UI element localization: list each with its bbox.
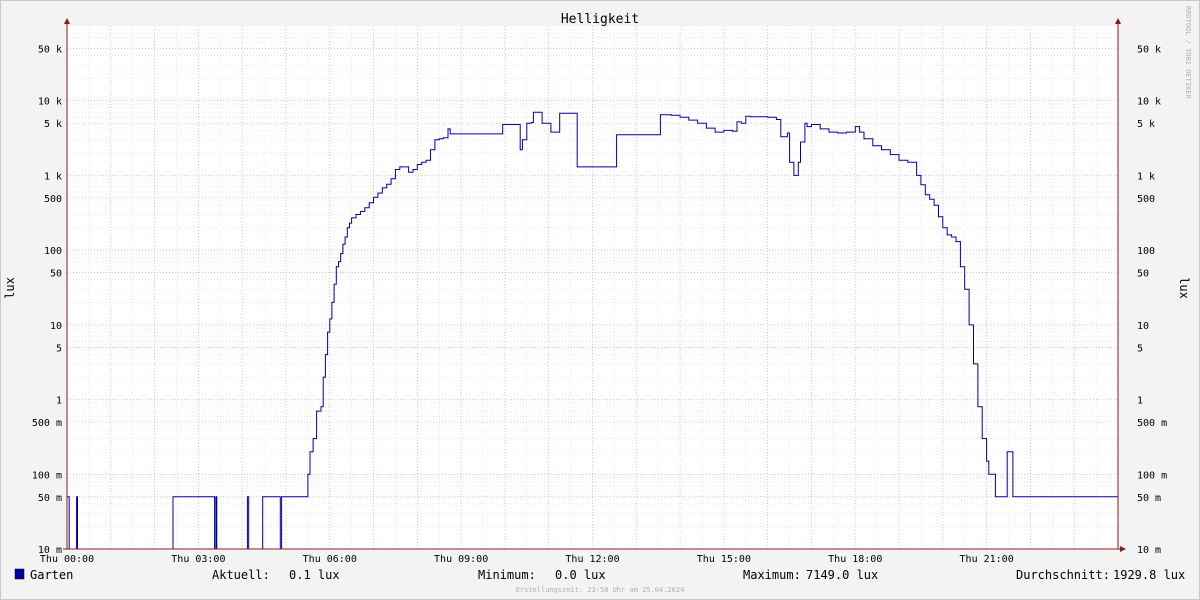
- y-axis-left-arrow: [64, 18, 70, 24]
- x-tick-label: Thu 12:00: [565, 554, 619, 565]
- y-tick-label-right: 500 m: [1137, 418, 1167, 429]
- y-tick-label-right: 100 m: [1137, 470, 1167, 481]
- y-tick-label-right: 1 k: [1137, 171, 1155, 182]
- stat-current-label: Aktuell:: [212, 568, 270, 582]
- chart-title: Helligkeit: [561, 12, 639, 27]
- y-axis-right-arrow: [1115, 18, 1121, 24]
- x-tick-label: Thu 18:00: [828, 554, 882, 565]
- y-tick-label-left: 50: [50, 269, 62, 280]
- y-tick-label-left: 5 k: [44, 119, 62, 130]
- stat-min-value: 0.0 lux: [555, 568, 606, 582]
- y-axis-label-right: lux: [1177, 277, 1191, 299]
- y-tick-label-left: 100: [44, 246, 62, 257]
- brightness-chart: Helligkeit lux lux RRDTOOL / TOBI OETIKE…: [3, 6, 1192, 594]
- x-tick-label: Thu 06:00: [303, 554, 357, 565]
- rrdtool-watermark: RRDTOOL / TOBI OETIKER: [1184, 6, 1192, 100]
- legend-swatch-garten: [14, 568, 25, 580]
- y-tick-label-right: 10 k: [1137, 97, 1161, 108]
- y-tick-label-right: 5 k: [1137, 119, 1155, 130]
- y-tick-label-left: 1: [56, 396, 62, 407]
- y-tick-label-left: 500 m: [32, 418, 62, 429]
- stat-min-label: Minimum:: [478, 568, 536, 582]
- stat-max-label: Maximum:: [743, 568, 801, 582]
- y-tick-label-left: 500: [44, 194, 62, 205]
- y-tick-label-right: 50 m: [1137, 493, 1161, 504]
- y-tick-labels-left: 50 k 10 k 5 k 1 k 500 100 50 10 5 1 500 m 100 m 50 m…: [32, 44, 62, 556]
- y-tick-label-left: 10: [50, 321, 62, 332]
- y-tick-label-left: 5: [56, 343, 62, 354]
- x-tick-label: Thu 03:00: [171, 554, 225, 565]
- x-tick-labels: Thu 00:00 Thu 03:00 Thu 06:00 Thu 09:00 Thu …: [40, 554, 1014, 565]
- y-tick-labels-right: 50 k 10 k 5 k 1 k 500 100 50 10 5 1 500 m 100 m 50 m…: [1137, 44, 1167, 556]
- stat-max-value: 7149.0 lux: [806, 568, 878, 582]
- stat-avg-label: Durchschnitt:: [1016, 568, 1110, 582]
- y-tick-label-right: 100: [1137, 246, 1155, 257]
- y-tick-label-left: 10 k: [38, 97, 62, 108]
- y-tick-label-right: 50: [1137, 269, 1149, 280]
- y-tick-label-right: 500: [1137, 194, 1155, 205]
- y-axis-label-left: lux: [3, 277, 17, 299]
- y-tick-label-right: 50 k: [1137, 44, 1161, 55]
- y-tick-label-right: 10 m: [1137, 545, 1161, 556]
- y-tick-label-left: 50 k: [38, 44, 62, 55]
- legend: Garten Aktuell: 0.1 lux Minimum: 0.0 lux…: [14, 568, 1185, 582]
- legend-label-garten: Garten: [30, 568, 73, 582]
- x-tick-label: Thu 15:00: [697, 554, 751, 565]
- stat-avg-value: 1929.8 lux: [1113, 568, 1185, 582]
- y-tick-label-left: 50 m: [38, 493, 62, 504]
- y-tick-label-right: 1: [1137, 396, 1143, 407]
- x-tick-label: Thu 21:00: [960, 554, 1014, 565]
- y-tick-label-left: 100 m: [32, 470, 62, 481]
- x-tick-label: Thu 00:00: [40, 554, 94, 565]
- creation-timestamp: Erstellungszeit: 23:58 Uhr am 25.04.2024: [516, 586, 685, 594]
- x-axis-arrow: [1120, 546, 1126, 552]
- y-tick-label-right: 10: [1137, 321, 1149, 332]
- y-tick-label-right: 5: [1137, 343, 1143, 354]
- y-tick-label-left: 1 k: [44, 171, 62, 182]
- x-tick-label: Thu 09:00: [434, 554, 488, 565]
- stat-current-value: 0.1 lux: [289, 568, 340, 582]
